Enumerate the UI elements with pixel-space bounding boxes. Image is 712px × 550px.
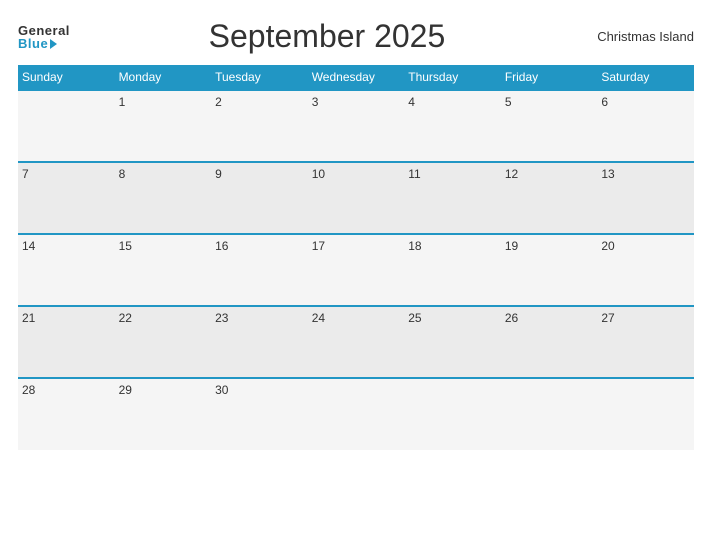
day-number: 15 <box>119 239 132 253</box>
day-number: 21 <box>22 311 35 325</box>
calendar-cell: 26 <box>501 306 598 378</box>
calendar-cell: 28 <box>18 378 115 450</box>
logo-general-text: General <box>18 24 70 37</box>
calendar-cell: 13 <box>597 162 694 234</box>
calendar-cell: 2 <box>211 90 308 162</box>
weekday-header-sunday: Sunday <box>18 65 115 90</box>
day-number: 13 <box>601 167 614 181</box>
day-number: 7 <box>22 167 29 181</box>
calendar-cell: 3 <box>308 90 405 162</box>
calendar-cell: 21 <box>18 306 115 378</box>
day-number: 27 <box>601 311 614 325</box>
calendar-cell: 27 <box>597 306 694 378</box>
calendar-page: General Blue September 2025 Christmas Is… <box>0 0 712 550</box>
logo-blue-text: Blue <box>18 37 48 50</box>
weekday-header-tuesday: Tuesday <box>211 65 308 90</box>
calendar-cell: 20 <box>597 234 694 306</box>
calendar-cell: 17 <box>308 234 405 306</box>
day-number: 2 <box>215 95 222 109</box>
day-number: 29 <box>119 383 132 397</box>
week-row-4: 28 29 30 <box>18 378 694 450</box>
calendar-cell: 16 <box>211 234 308 306</box>
calendar-cell <box>18 90 115 162</box>
week-row-0: 1 2 3 4 5 6 <box>18 90 694 162</box>
day-number: 4 <box>408 95 415 109</box>
weekday-header-friday: Friday <box>501 65 598 90</box>
calendar-cell: 19 <box>501 234 598 306</box>
day-number: 17 <box>312 239 325 253</box>
calendar-header: General Blue September 2025 Christmas Is… <box>18 18 694 55</box>
day-number: 23 <box>215 311 228 325</box>
calendar-cell: 7 <box>18 162 115 234</box>
week-row-2: 14 15 16 17 18 19 20 <box>18 234 694 306</box>
calendar-cell <box>501 378 598 450</box>
day-number: 28 <box>22 383 35 397</box>
calendar-cell <box>404 378 501 450</box>
day-number: 12 <box>505 167 518 181</box>
logo: General Blue <box>18 24 70 50</box>
calendar-cell: 4 <box>404 90 501 162</box>
day-number: 11 <box>408 167 420 181</box>
week-row-3: 21 22 23 24 25 26 27 <box>18 306 694 378</box>
calendar-cell: 1 <box>115 90 212 162</box>
day-number: 3 <box>312 95 319 109</box>
calendar-cell: 29 <box>115 378 212 450</box>
day-number: 6 <box>601 95 608 109</box>
calendar-cell: 23 <box>211 306 308 378</box>
weekday-header-wednesday: Wednesday <box>308 65 405 90</box>
day-number: 26 <box>505 311 518 325</box>
calendar-table: SundayMondayTuesdayWednesdayThursdayFrid… <box>18 65 694 450</box>
weekday-header-thursday: Thursday <box>404 65 501 90</box>
calendar-cell: 22 <box>115 306 212 378</box>
calendar-cell: 15 <box>115 234 212 306</box>
day-number: 8 <box>119 167 126 181</box>
calendar-cell: 18 <box>404 234 501 306</box>
day-number: 25 <box>408 311 421 325</box>
logo-triangle-icon <box>50 39 57 49</box>
calendar-cell: 10 <box>308 162 405 234</box>
calendar-cell: 6 <box>597 90 694 162</box>
calendar-cell: 25 <box>404 306 501 378</box>
day-number: 18 <box>408 239 421 253</box>
calendar-cell <box>597 378 694 450</box>
calendar-cell <box>308 378 405 450</box>
day-number: 19 <box>505 239 518 253</box>
day-number: 5 <box>505 95 512 109</box>
week-row-1: 7 8 9 10 11 12 13 <box>18 162 694 234</box>
day-number: 10 <box>312 167 325 181</box>
calendar-cell: 30 <box>211 378 308 450</box>
weekday-header-saturday: Saturday <box>597 65 694 90</box>
day-number: 22 <box>119 311 132 325</box>
weekday-header-monday: Monday <box>115 65 212 90</box>
calendar-cell: 8 <box>115 162 212 234</box>
day-number: 20 <box>601 239 614 253</box>
calendar-cell: 24 <box>308 306 405 378</box>
day-number: 14 <box>22 239 35 253</box>
calendar-cell: 14 <box>18 234 115 306</box>
day-number: 9 <box>215 167 222 181</box>
day-number: 24 <box>312 311 325 325</box>
calendar-title: September 2025 <box>70 18 584 55</box>
day-number: 30 <box>215 383 228 397</box>
weekday-header-row: SundayMondayTuesdayWednesdayThursdayFrid… <box>18 65 694 90</box>
day-number: 16 <box>215 239 228 253</box>
calendar-cell: 5 <box>501 90 598 162</box>
calendar-cell: 9 <box>211 162 308 234</box>
calendar-cell: 12 <box>501 162 598 234</box>
calendar-cell: 11 <box>404 162 501 234</box>
region-label: Christmas Island <box>584 29 694 44</box>
day-number: 1 <box>119 95 126 109</box>
